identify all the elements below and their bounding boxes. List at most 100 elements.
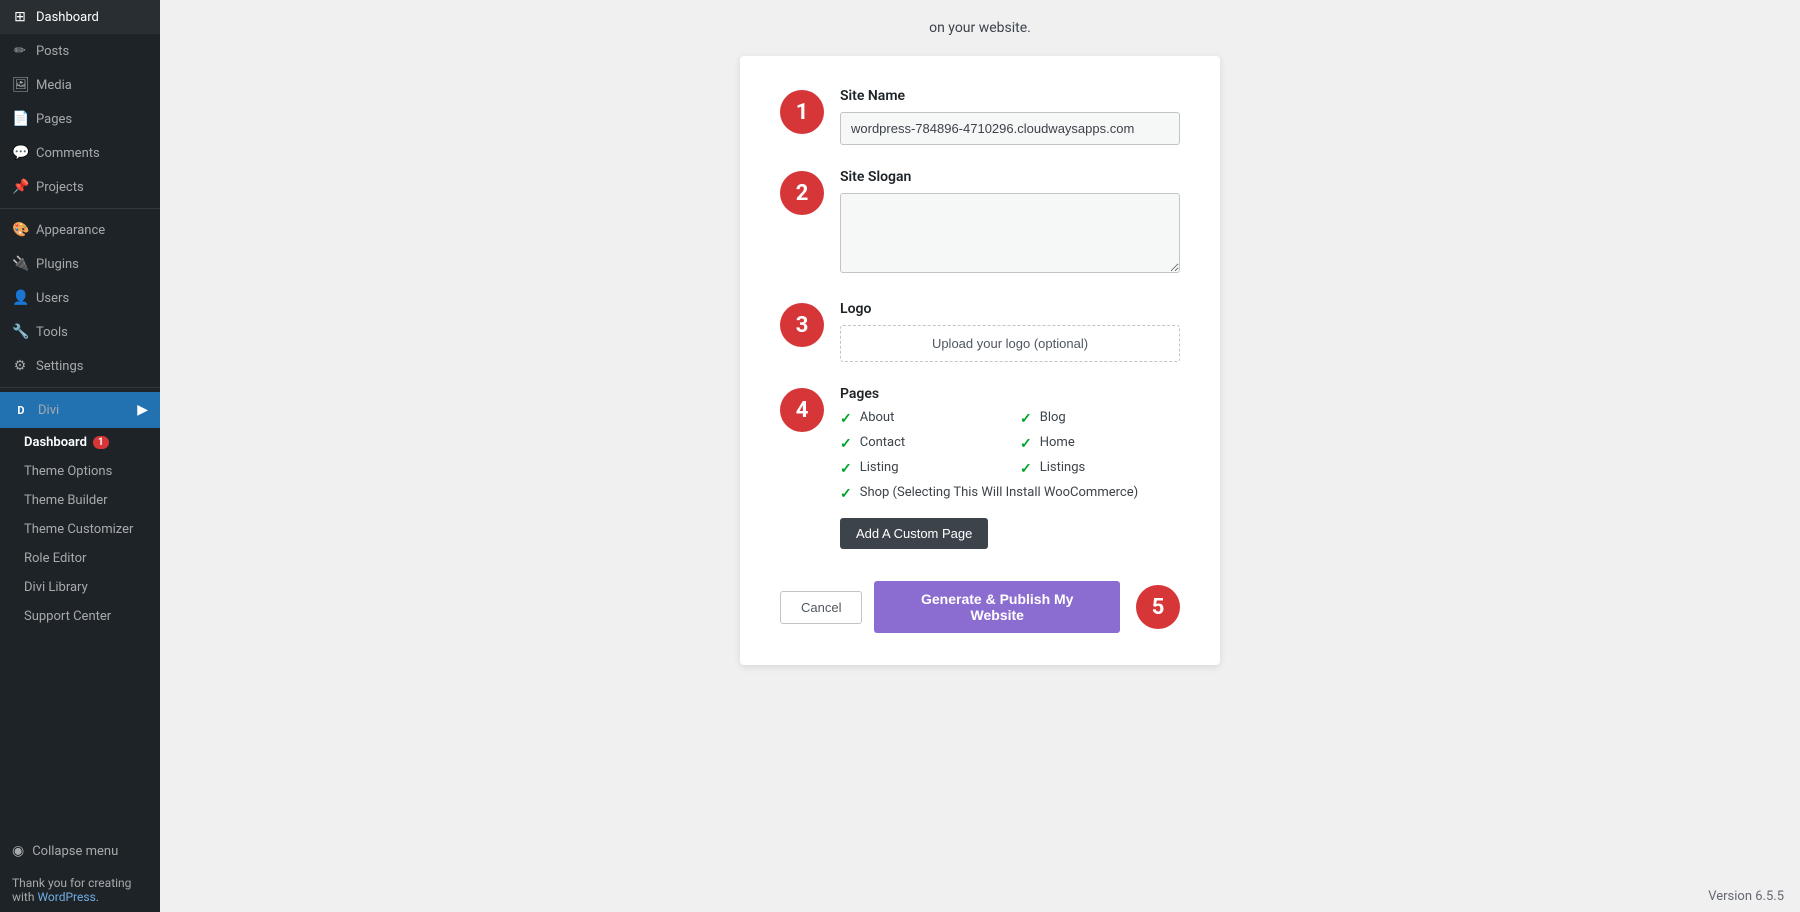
site-slogan-textarea[interactable] [840,193,1180,273]
pages-label: Pages [840,386,1180,402]
site-name-input[interactable] [840,112,1180,145]
sidebar-item-label: Projects [36,180,84,195]
sidebar-item-comments[interactable]: 💬 Comments [0,136,160,170]
check-about: ✓ [840,411,852,427]
sidebar-item-label: Appearance [36,223,105,238]
check-home: ✓ [1020,436,1032,452]
step-4-circle: 4 [780,388,824,432]
page-name-shop: Shop (Selecting This Will Install WooCom… [860,485,1138,500]
collapse-icon: ◉ [12,843,24,859]
step-2-content: Site Slogan [840,169,1180,277]
page-item-blog: ✓ Blog [1020,410,1180,427]
sidebar-item-label: Tools [36,325,68,340]
posts-icon: ✏ [12,43,28,59]
sidebar-item-label: Posts [36,44,69,59]
sidebar-item-label: Media [36,78,72,93]
dialog-card: 1 Site Name 2 Site Slogan 3 Logo Upload … [740,56,1220,665]
sidebar-item-dashboard[interactable]: ⊞ Dashboard [0,0,160,34]
check-listing: ✓ [840,461,852,477]
page-name-contact: Contact [860,435,905,450]
page-name-blog: Blog [1040,410,1066,425]
settings-icon: ⚙ [12,358,28,374]
divi-sub-item-label: Dashboard [24,435,87,450]
check-contact: ✓ [840,436,852,452]
pages-icon: 📄 [12,111,28,127]
sidebar: ⊞ Dashboard ✏ Posts 🖼 Media 📄 Pages 💬 Co… [0,0,160,912]
step-2-circle: 2 [780,171,824,215]
step-3-label: Logo [840,301,1180,317]
divi-sub-item-support-center[interactable]: Support Center [0,602,160,631]
sidebar-item-divi[interactable]: D Divi ▶ [0,392,160,428]
tools-icon: 🔧 [12,324,28,340]
step-1-content: Site Name [840,88,1180,145]
add-custom-page-button[interactable]: Add A Custom Page [840,518,988,549]
sidebar-divider-2 [0,387,160,388]
divi-sub-item-label: Theme Customizer [24,522,133,537]
step-1-circle: 1 [780,90,824,134]
step-4-content: Pages ✓ About ✓ Blog ✓ Contact [840,386,1180,502]
sidebar-item-label: Plugins [36,257,79,272]
check-listings: ✓ [1020,461,1032,477]
divi-sub-item-theme-options[interactable]: Theme Options [0,457,160,486]
sidebar-item-projects[interactable]: 📌 Projects [0,170,160,204]
sidebar-item-appearance[interactable]: 🎨 Appearance [0,213,160,247]
page-item-listings: ✓ Listings [1020,460,1180,477]
main-content: on your website. 1 Site Name 2 Site Slog… [160,0,1800,912]
sidebar-item-label: Users [36,291,69,306]
active-indicator: ▶ [137,402,148,418]
divi-sub-item-theme-builder[interactable]: Theme Builder [0,486,160,515]
sidebar-item-pages[interactable]: 📄 Pages [0,102,160,136]
step-5-circle: 5 [1136,585,1180,629]
dashboard-badge: 1 [93,436,109,449]
page-name-about: About [860,410,895,425]
check-blog: ✓ [1020,411,1032,427]
sidebar-divider-1 [0,208,160,209]
step-3-circle: 3 [780,303,824,347]
sidebar-item-label: Comments [36,146,100,161]
step-4-section: 4 Pages ✓ About ✓ Blog ✓ [780,386,1180,502]
version-text: Version 6.5.5 [1708,889,1784,904]
cancel-button[interactable]: Cancel [780,591,862,624]
appearance-icon: 🎨 [12,222,28,238]
divi-sub-item-role-editor[interactable]: Role Editor [0,544,160,573]
page-item-contact: ✓ Contact [840,435,1000,452]
collapse-menu-button[interactable]: ◉ Collapse menu [0,834,160,868]
collapse-label: Collapse menu [32,844,118,859]
footer-bar: Thank you for creating with WordPress. [0,868,160,912]
comments-icon: 💬 [12,145,28,161]
top-text: on your website. [929,20,1031,36]
footer-text-after: . [96,890,99,904]
sidebar-item-posts[interactable]: ✏ Posts [0,34,160,68]
divi-sub-item-divi-library[interactable]: Divi Library [0,573,160,602]
page-name-listing: Listing [860,460,899,475]
sidebar-item-media[interactable]: 🖼 Media [0,68,160,102]
sidebar-item-plugins[interactable]: 🔌 Plugins [0,247,160,281]
step-1-label: Site Name [840,88,1180,104]
step-3-section: 3 Logo Upload your logo (optional) [780,301,1180,362]
step-2-section: 2 Site Slogan [780,169,1180,277]
users-icon: 👤 [12,290,28,306]
page-name-home: Home [1040,435,1075,450]
button-row: Cancel Generate & Publish My Website 5 [780,573,1180,633]
page-item-about: ✓ About [840,410,1000,427]
divi-sub-item-dashboard[interactable]: Dashboard 1 [0,428,160,457]
step-3-content: Logo Upload your logo (optional) [840,301,1180,362]
divi-icon: D [12,401,30,419]
divi-sub-item-label: Theme Builder [24,493,108,508]
page-item-home: ✓ Home [1020,435,1180,452]
sidebar-item-users[interactable]: 👤 Users [0,281,160,315]
page-item-shop: ✓ Shop (Selecting This Will Install WooC… [840,485,1180,502]
divi-sub-item-label: Support Center [24,609,111,624]
page-item-listing: ✓ Listing [840,460,1000,477]
divi-sub-item-label: Theme Options [24,464,112,479]
wordpress-link[interactable]: WordPress [37,890,95,904]
sidebar-item-label: Dashboard [36,10,99,25]
sidebar-item-tools[interactable]: 🔧 Tools [0,315,160,349]
sidebar-item-label: Divi [38,403,59,418]
generate-publish-button[interactable]: Generate & Publish My Website [874,581,1120,633]
logo-upload-button[interactable]: Upload your logo (optional) [840,325,1180,362]
page-name-listings: Listings [1040,460,1085,475]
divi-sub-item-theme-customizer[interactable]: Theme Customizer [0,515,160,544]
sidebar-item-settings[interactable]: ⚙ Settings [0,349,160,383]
divi-sub-item-label: Divi Library [24,580,88,595]
